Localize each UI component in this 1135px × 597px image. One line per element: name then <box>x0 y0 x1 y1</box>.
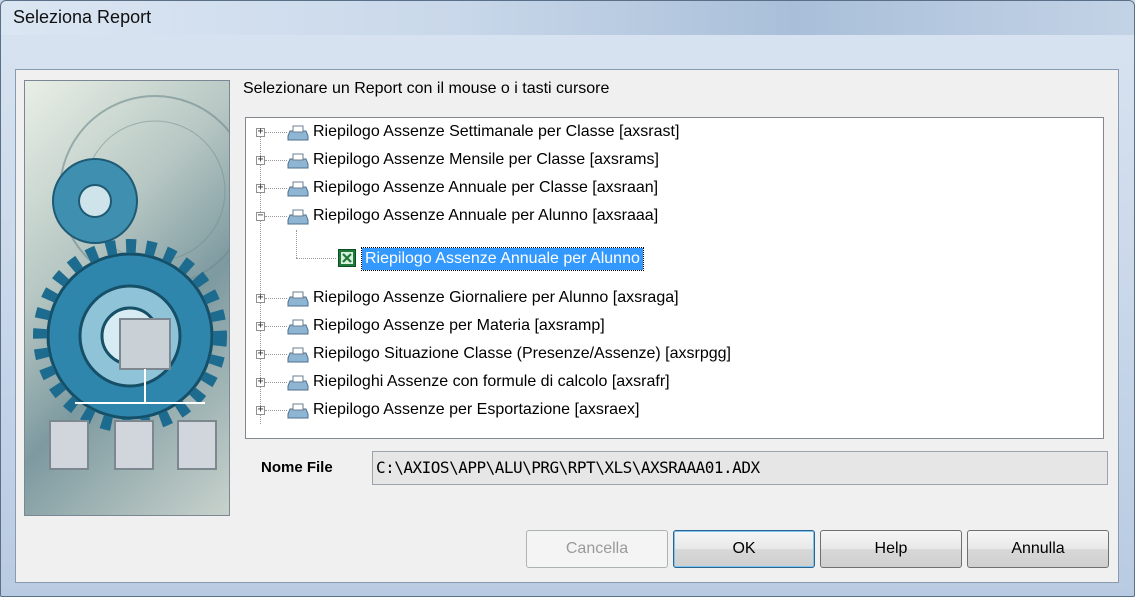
expand-toggle[interactable]: + <box>256 127 265 137</box>
tree-item-label: Riepilogo Assenze Annuale per Alunno [ax… <box>313 207 659 224</box>
tree-item[interactable]: + Riepilogo Assenze per Materia [axsramp… <box>246 314 1103 342</box>
printer-icon <box>287 125 309 141</box>
tree-item[interactable]: + Riepilogo Assenze per Esportazione [ax… <box>246 398 1103 426</box>
printer-icon <box>287 319 309 335</box>
printer-icon <box>287 153 309 169</box>
expand-toggle[interactable]: + <box>256 183 265 193</box>
collapse-toggle[interactable]: − <box>256 211 265 221</box>
window-title: Seleziona Report <box>13 7 152 27</box>
title-bar[interactable]: Seleziona Report <box>1 1 1134 35</box>
instruction-text: Selezionare un Report con il mouse o i t… <box>243 80 610 97</box>
tree-item-label: Riepilogo Situazione Classe (Presenze/As… <box>313 345 731 362</box>
printer-icon <box>287 291 309 307</box>
dialog-window: Seleziona Report Selezionare un Report c… <box>0 0 1135 597</box>
expand-toggle[interactable]: + <box>256 155 265 165</box>
tree-item-label: Riepilogo Assenze Annuale per Classe [ax… <box>313 179 659 196</box>
file-name-value: C:\AXIOS\APP\ALU\PRG\RPT\XLS\AXSRAAA01.A… <box>376 458 760 477</box>
tree-child-item-selected[interactable]: Riepilogo Assenze Annuale per Alunno <box>361 247 644 271</box>
expand-toggle[interactable]: + <box>256 377 265 387</box>
decorative-gears-image <box>24 80 230 516</box>
tree-item[interactable]: + Riepilogo Assenze Mensile per Classe [… <box>246 148 1103 176</box>
tree-item-label: Riepilogo Assenze per Esportazione [axsr… <box>313 401 640 418</box>
tree-item-label: Riepiloghi Assenze con formule di calcol… <box>313 373 670 390</box>
expand-toggle[interactable]: + <box>256 293 265 303</box>
expand-toggle[interactable]: + <box>256 405 265 415</box>
tree-child-hline <box>296 258 336 259</box>
tree-item-label: Riepilogo Assenze per Materia [axsramp] <box>313 317 605 334</box>
dialog-client-area: Selezionare un Report con il mouse o i t… <box>15 69 1119 583</box>
printer-icon <box>287 209 309 225</box>
expand-toggle[interactable]: + <box>256 349 265 359</box>
help-button[interactable]: Help <box>820 530 962 568</box>
tree-item[interactable]: − Riepilogo Assenze Annuale per Alunno [… <box>246 204 1103 232</box>
file-name-label: Nome File <box>261 459 333 476</box>
printer-icon <box>287 375 309 391</box>
expand-toggle[interactable]: + <box>256 321 265 331</box>
excel-icon <box>338 249 356 267</box>
report-tree[interactable]: + Riepilogo Assenze Settimanale per Clas… <box>245 117 1104 439</box>
printer-icon <box>287 181 309 197</box>
tree-child-connector <box>296 230 297 258</box>
annulla-button[interactable]: Annulla <box>967 530 1109 568</box>
tree-item[interactable]: + Riepilogo Situazione Classe (Presenze/… <box>246 342 1103 370</box>
tree-item[interactable]: + Riepilogo Assenze Settimanale per Clas… <box>246 120 1103 148</box>
printer-icon <box>287 347 309 363</box>
tree-item[interactable]: + Riepilogo Assenze Giornaliere per Alun… <box>246 286 1103 314</box>
tree-item[interactable]: + Riepiloghi Assenze con formule di calc… <box>246 370 1103 398</box>
printer-icon <box>287 403 309 419</box>
file-name-field[interactable]: C:\AXIOS\APP\ALU\PRG\RPT\XLS\AXSRAAA01.A… <box>372 451 1108 485</box>
cancella-button[interactable]: Cancella <box>526 530 668 568</box>
ok-button[interactable]: OK <box>673 530 815 568</box>
tree-item[interactable]: + Riepilogo Assenze Annuale per Classe [… <box>246 176 1103 204</box>
tree-item-label: Riepilogo Assenze Giornaliere per Alunno… <box>313 289 679 306</box>
tree-item-label: Riepilogo Assenze Mensile per Classe [ax… <box>313 151 659 168</box>
tree-item-label: Riepilogo Assenze Settimanale per Classe… <box>313 123 680 140</box>
